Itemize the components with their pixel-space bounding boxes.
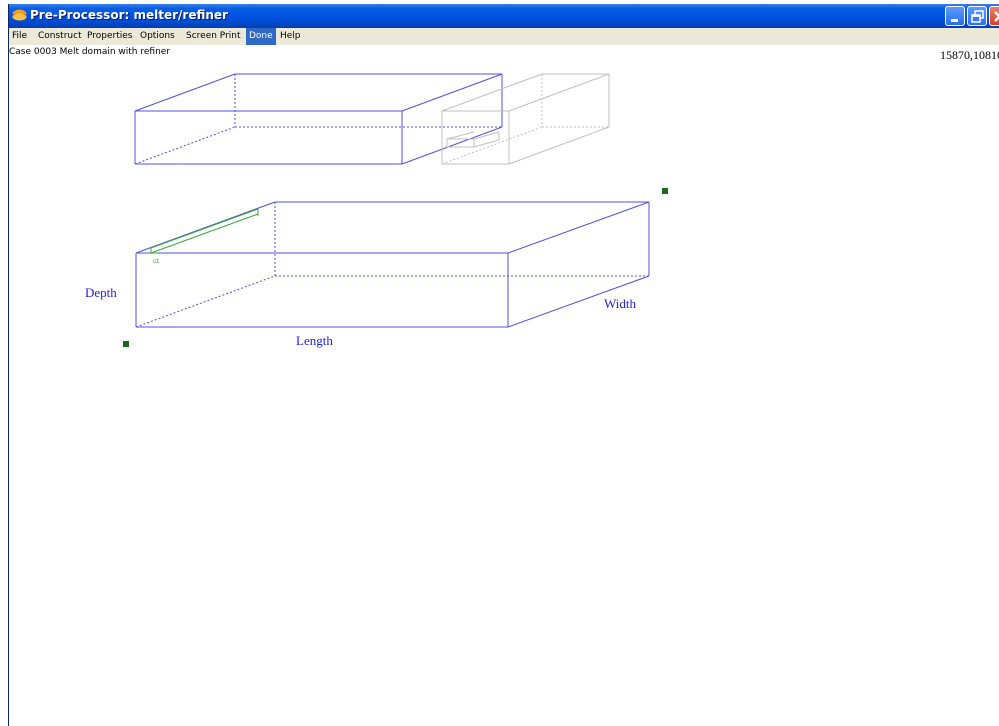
refiner-tag-label: c1	[153, 259, 160, 265]
corner-handle-bottom-left[interactable]	[123, 341, 129, 347]
length-label: Length	[296, 333, 333, 348]
depth-label: Depth	[85, 285, 117, 300]
width-label: Width	[604, 296, 636, 311]
domain-preview-box	[134, 73, 503, 165]
domain-box[interactable]	[135, 201, 650, 328]
drawing-canvas[interactable]: c1 Depth Length Width	[9, 4, 999, 726]
refiner-preview-box	[441, 73, 610, 165]
corner-handle-top-right[interactable]	[662, 188, 668, 194]
app-window: Pre-Processor: melter/refiner File Const…	[8, 4, 999, 726]
refiner-element[interactable]	[150, 208, 259, 254]
